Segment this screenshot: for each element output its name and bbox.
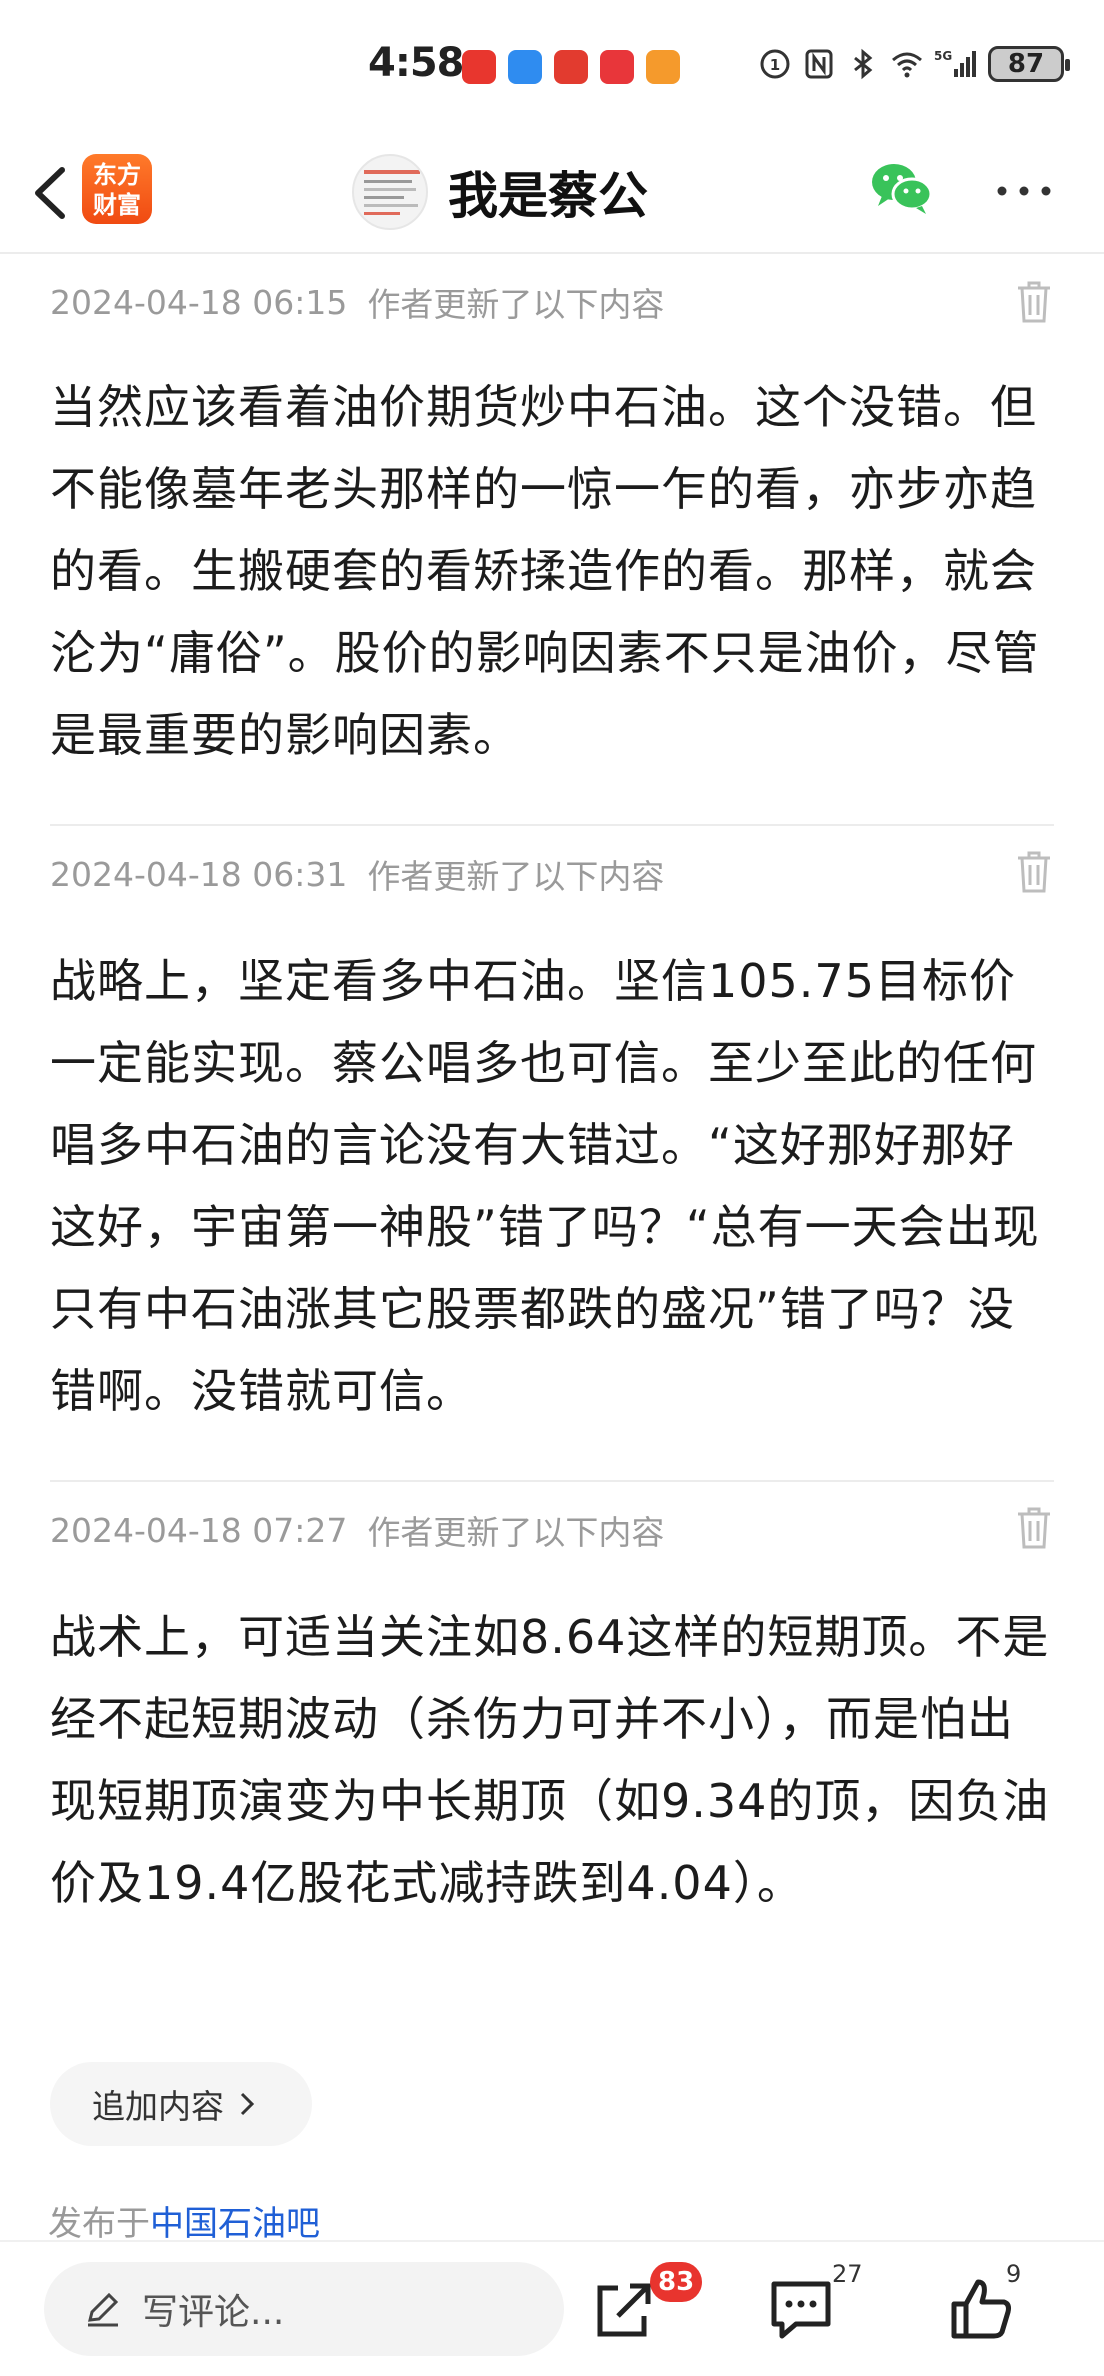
update-timestamp: 2024-04-18 06:31 xyxy=(50,854,348,894)
trash-icon[interactable] xyxy=(1014,280,1054,324)
update-header: 2024-04-18 06:31 作者更新了以下内容 xyxy=(50,826,1054,922)
bluetooth-icon xyxy=(854,48,873,80)
comment-icon[interactable] xyxy=(766,2274,836,2344)
svg-text:1: 1 xyxy=(770,56,780,74)
update-note: 作者更新了以下内容 xyxy=(367,1513,665,1552)
update-timestamp: 2024-04-18 06:15 xyxy=(50,282,348,322)
notification-icons xyxy=(462,50,680,84)
data-saver-icon: 1 xyxy=(760,49,790,79)
update-entry: 2024-04-18 06:15 作者更新了以下内容 当然应该看着油价期货炒中石… xyxy=(50,256,1054,826)
wifi-icon xyxy=(892,52,922,78)
more-options-icon[interactable] xyxy=(992,166,1056,216)
share-icon[interactable] xyxy=(588,2274,658,2344)
published-in: 发布于中国石油吧 xyxy=(48,2196,320,2245)
update-text: 战略上，坚定看多中石油。坚信105.75目标价一定能实现。蔡公唱多也可信。至少至… xyxy=(50,954,1040,1418)
like-count: 9 xyxy=(1006,2260,1022,2288)
page-title: 我是蔡公 xyxy=(448,167,648,225)
update-note: 作者更新了以下内容 xyxy=(367,857,665,896)
author-avatar[interactable] xyxy=(352,154,428,230)
comment-placeholder: 写评论... xyxy=(142,2292,285,2333)
update-entry: 2024-04-18 06:31 作者更新了以下内容 战略上，坚定看多中石油。坚… xyxy=(50,826,1054,1482)
system-icons: 1 5G 87 xyxy=(758,46,1070,82)
update-text: 战术上，可适当关注如8.64这样的短期顶。不是经不起短期波动（杀伤力可并不小），… xyxy=(50,1610,1050,1910)
svg-text:5G: 5G xyxy=(934,49,952,63)
cellular-signal-icon: 5G xyxy=(934,49,976,77)
append-content-button[interactable]: 追加内容 xyxy=(50,2062,312,2146)
trash-icon[interactable] xyxy=(1014,1506,1054,1550)
nav-bar: 东方 财富 我是蔡公 xyxy=(0,136,1104,254)
chevron-right-icon xyxy=(240,2092,255,2116)
append-content-label: 追加内容 xyxy=(92,2087,224,2126)
trash-icon[interactable] xyxy=(1014,850,1054,894)
update-text: 当然应该看着油价期货炒中石油。这个没错。但不能像墓年老头那样的一惊一乍的看，亦步… xyxy=(50,380,1040,762)
battery-indicator: 87 xyxy=(988,46,1070,82)
app-logo[interactable]: 东方 财富 xyxy=(82,154,152,224)
bottom-action-bar: 写评论... 83 27 9 xyxy=(0,2240,1104,2376)
update-header: 2024-04-18 07:27 作者更新了以下内容 xyxy=(50,1482,1054,1578)
wechat-share-icon[interactable] xyxy=(868,158,934,218)
pencil-icon xyxy=(88,2292,119,2327)
back-arrow-icon[interactable] xyxy=(22,158,78,228)
app-logo-line2: 财富 xyxy=(93,191,141,219)
status-bar: 4:58 1 5G 87 xyxy=(0,0,1104,136)
status-time: 4:58 xyxy=(368,40,464,86)
app-notification-icon xyxy=(462,50,496,84)
share-count-badge: 83 xyxy=(650,2262,703,2302)
update-entry: 2024-04-18 07:27 作者更新了以下内容 战术上，可适当关注如8.6… xyxy=(50,1482,1054,1972)
avatar-image xyxy=(364,170,420,215)
nfc-icon xyxy=(805,49,833,79)
published-prefix: 发布于 xyxy=(48,2204,150,2244)
forum-link[interactable]: 中国石油吧 xyxy=(150,2204,320,2244)
update-note: 作者更新了以下内容 xyxy=(367,285,665,324)
orange-app-notification-icon xyxy=(646,50,680,84)
comment-count: 27 xyxy=(832,2260,863,2288)
huawei-notification-icon xyxy=(600,50,634,84)
message-notification-icon xyxy=(508,50,542,84)
battery-level: 87 xyxy=(1007,49,1045,79)
app-logo-line1: 东方 xyxy=(93,161,141,189)
comment-input[interactable]: 写评论... xyxy=(44,2262,564,2356)
stock-app-notification-icon xyxy=(554,50,588,84)
update-timestamp: 2024-04-18 07:27 xyxy=(50,1510,348,1550)
post-updates: 2024-04-18 06:15 作者更新了以下内容 当然应该看着油价期货炒中石… xyxy=(50,256,1054,1972)
update-header: 2024-04-18 06:15 作者更新了以下内容 xyxy=(50,256,1054,348)
